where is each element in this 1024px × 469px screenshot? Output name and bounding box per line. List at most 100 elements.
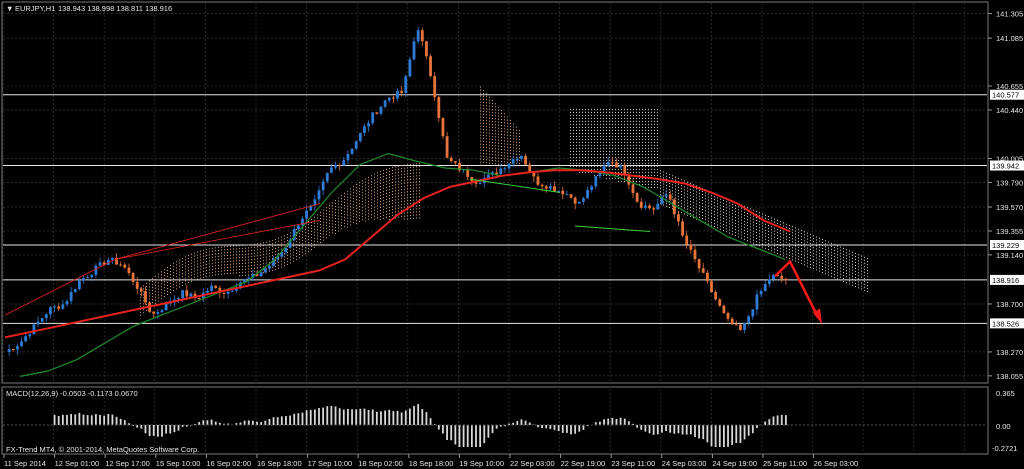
cloud-dot [573,165,574,167]
cloud-dot [660,176,661,178]
cloud-dot [480,140,481,142]
cloud-dot [374,185,375,187]
cloud-dot [669,186,670,188]
cloud-dot [783,234,784,236]
cloud-dot [224,261,225,263]
cloud-dot [230,266,231,268]
cloud-dot [212,262,213,264]
cloud-dot [702,203,703,205]
cloud-dot [498,127,499,129]
cloud-dot [741,207,742,209]
cloud-dot [155,287,156,289]
cloud-dot [206,255,207,257]
cloud-dot [413,211,414,213]
cloud-dot [774,221,775,223]
cloud-dot [224,273,225,275]
price-tick-label: 139.355 [996,227,1023,236]
cloud-dot [777,222,778,224]
cloud-dot [401,180,402,182]
cloud-dot [813,247,814,249]
cloud-dot [173,266,174,268]
cloud-dot [305,241,306,243]
cloud-dot [618,156,619,158]
macd-bar [706,425,709,443]
cloud-dot [146,288,147,290]
candle-body [664,194,668,197]
cloud-dot [311,224,312,226]
cloud-dot [483,125,484,127]
time-tick-label: 12 Sep 17:00 [105,459,150,468]
cloud-dot [480,134,481,136]
cloud-dot [386,198,387,200]
cloud-dot [651,174,652,176]
cloud-dot [639,120,640,122]
cloud-dot [510,159,511,161]
cloud-dot [597,141,598,143]
cloud-dot [224,270,225,272]
cloud-dot [281,263,282,265]
candle-body [466,169,470,177]
cloud-dot [480,107,481,109]
candle-body [453,161,457,163]
cloud-dot [299,257,300,259]
cloud-dot [323,209,324,211]
cloud-dot [398,195,399,197]
candle-body [681,221,684,236]
cloud-dot [501,143,502,145]
cloud-dot [792,259,793,261]
cloud-dot [828,268,829,270]
candle-body [577,201,581,204]
cloud-dot [347,205,348,207]
cloud-dot [203,264,204,266]
cloud-dot [744,217,745,219]
cloud-dot [239,275,240,277]
macd-bar [442,425,444,434]
cloud-dot [419,193,420,195]
cloud-dot [633,168,634,170]
cloud-dot [359,221,360,223]
cloud-dot [624,126,625,128]
cloud-dot [516,141,517,143]
cloud-dot [149,289,150,291]
cloud-dot [344,201,345,203]
macd-bar [640,425,643,430]
candle-body [263,268,267,273]
cloud-dot [188,255,189,257]
cloud-dot [179,283,180,285]
cloud-dot [612,129,613,131]
cloud-dot [588,138,589,140]
candle-body [139,288,143,292]
cloud-dot [368,200,369,202]
cloud-dot [383,193,384,195]
cloud-dot [603,108,604,110]
candle-body [425,41,428,57]
cloud-dot [600,147,601,149]
cloud-dot [495,130,496,132]
cloud-dot [591,126,592,128]
cloud-dot [251,265,252,267]
cloud-dot [392,197,393,199]
cloud-dot [705,207,706,209]
cloud-dot [353,222,354,224]
cloud-dot [386,204,387,206]
cloud-dot [606,156,607,158]
cloud-dot [140,293,141,295]
cloud-dot [861,261,862,263]
cloud-dot [792,232,793,234]
trading-chart[interactable]: 140.577139.942139.229138.916138.526 ▼ EU… [0,0,1024,469]
cloud-dot [747,228,748,230]
macd-bar [553,425,556,431]
cloud-dot [483,149,484,151]
cloud-dot [756,222,757,224]
cloud-dot [672,178,673,180]
cloud-dot [702,194,703,196]
cloud-dot [305,250,306,252]
macd-bar [103,415,106,425]
cloud-dot [218,261,219,263]
cloud-dot [759,233,760,235]
cloud-dot [828,262,829,264]
cloud-dot [585,153,586,155]
macd-bar [247,420,250,425]
cloud-dot [416,184,417,186]
cloud-dot [332,202,333,204]
